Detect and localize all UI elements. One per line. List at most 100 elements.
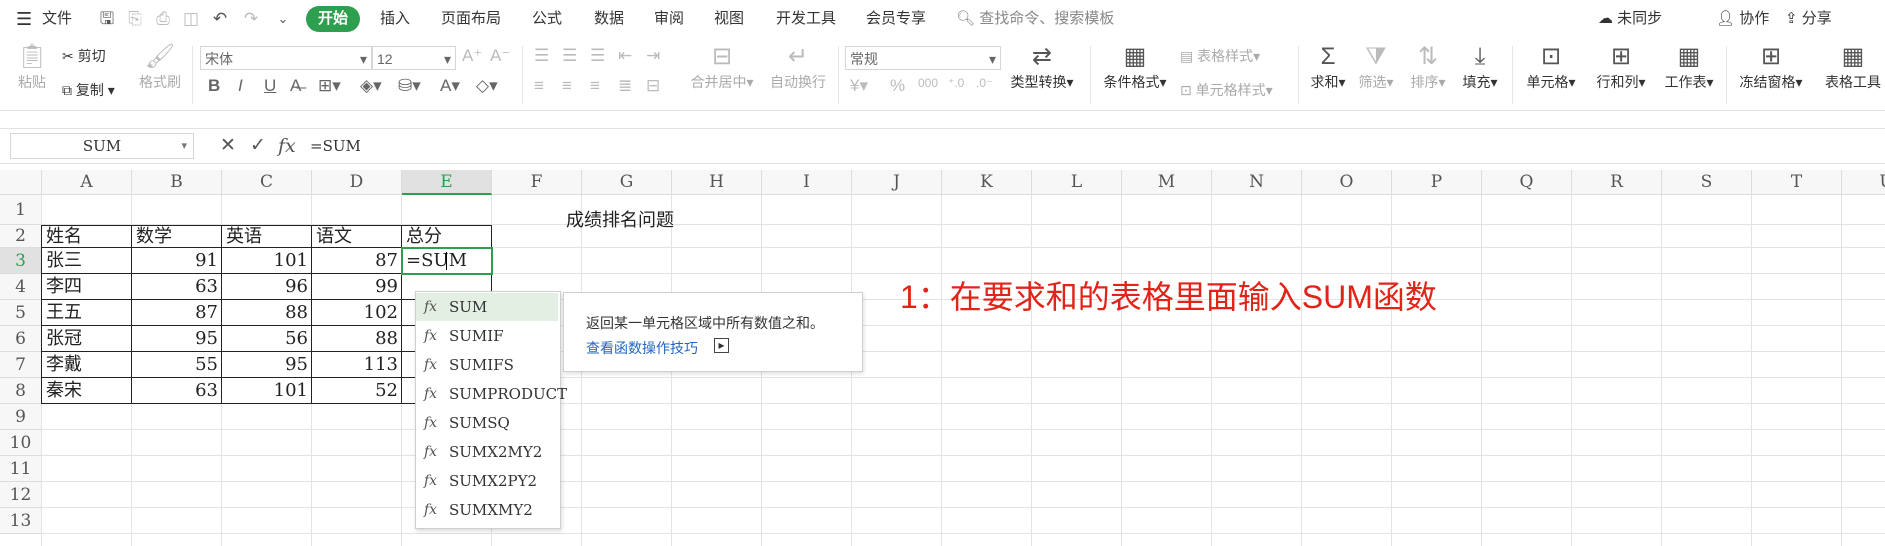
autosum-button[interactable]: Σ 求和▾ — [1308, 42, 1348, 92]
outdent-icon[interactable]: ⇤ — [618, 46, 632, 66]
column-header-D[interactable]: D — [312, 170, 402, 195]
align-bottom-icon[interactable]: ☰ — [590, 46, 605, 66]
underline-icon[interactable]: U — [264, 76, 276, 96]
cut-button[interactable]: ✂ 剪切 — [62, 46, 106, 66]
tab-view[interactable]: 视图 — [714, 0, 744, 38]
confirm-icon[interactable]: ✓ — [250, 133, 266, 159]
hamburger-menu-icon[interactable]: ☰ — [16, 0, 32, 38]
cell-button[interactable]: ⊡ 单元格▾ — [1522, 42, 1580, 92]
file-menu[interactable]: 文件 — [42, 0, 72, 38]
header-cell[interactable]: 总分 — [402, 225, 492, 248]
increase-decimal-icon[interactable]: ⁺.0 — [948, 76, 964, 90]
merge-center-button[interactable]: ⊟ 合并居中▾ — [686, 42, 758, 92]
align-top-icon[interactable]: ☰ — [534, 46, 549, 66]
number-format-select[interactable]: 常规 ▾ — [845, 46, 1001, 70]
function-tips-link[interactable]: 查看函数操作技巧 — [586, 338, 698, 358]
data-cell[interactable]: 88 — [312, 326, 402, 352]
row-header-11[interactable]: 11 — [0, 456, 42, 482]
row-header-8[interactable]: 8 — [0, 378, 42, 404]
tab-review[interactable]: 审阅 — [654, 0, 684, 38]
data-cell[interactable]: 张三 — [42, 248, 132, 274]
function-suggestion-sumxmy2[interactable]: fx SUMXMY2 — [416, 496, 558, 524]
align-right-icon[interactable]: ≡ — [590, 76, 600, 96]
distributed-icon[interactable]: ⊟ — [646, 76, 660, 96]
data-cell[interactable]: 95 — [132, 326, 222, 352]
column-header-H[interactable]: H — [672, 170, 762, 195]
data-cell[interactable]: 95 — [222, 352, 312, 378]
data-cell[interactable]: 101 — [222, 378, 312, 404]
tab-data[interactable]: 数据 — [594, 0, 624, 38]
type-convert-button[interactable]: ⇄ 类型转换▾ — [1006, 42, 1078, 92]
data-cell[interactable]: 88 — [222, 300, 312, 326]
quick-access-dropdown-icon[interactable]: ⌄ — [272, 8, 294, 30]
indent-icon[interactable]: ⇥ — [646, 46, 660, 66]
data-cell[interactable]: 102 — [312, 300, 402, 326]
row-header-6[interactable]: 6 — [0, 326, 42, 352]
row-header-12[interactable]: 12 — [0, 482, 42, 508]
data-cell[interactable]: 秦宋 — [42, 378, 132, 404]
fill-button[interactable]: ⤓ 填充▾ — [1458, 42, 1502, 92]
percent-icon[interactable]: % — [890, 76, 905, 96]
data-cell[interactable]: 王五 — [42, 300, 132, 326]
row-header-1[interactable]: 1 — [0, 195, 42, 225]
column-header-K[interactable]: K — [942, 170, 1032, 195]
function-suggestion-sumx2my2[interactable]: fx SUMX2MY2 — [416, 438, 558, 466]
column-header-M[interactable]: M — [1122, 170, 1212, 195]
align-center-icon[interactable]: ≡ — [562, 76, 572, 96]
wrap-text-button[interactable]: ↵ 自动换行 — [766, 42, 830, 92]
copy-button[interactable]: ⧉ 复制 ▾ — [62, 80, 115, 100]
column-header-O[interactable]: O — [1302, 170, 1392, 195]
align-middle-icon[interactable]: ☰ — [562, 46, 577, 66]
insert-function-icon[interactable]: fx — [278, 133, 296, 159]
row-header-5[interactable]: 5 — [0, 300, 42, 326]
tab-member[interactable]: 会员专享 — [866, 0, 926, 38]
print-icon[interactable]: ⎙ — [152, 8, 174, 30]
column-header-C[interactable]: C — [222, 170, 312, 195]
border-icon[interactable]: ⊞▾ — [318, 76, 341, 96]
print-preview-icon[interactable]: ◫ — [180, 8, 202, 30]
column-header-T[interactable]: T — [1752, 170, 1842, 195]
header-cell[interactable]: 语文 — [312, 225, 402, 248]
sync-status[interactable]: ☁ 未同步 — [1598, 0, 1662, 38]
row-header-7[interactable]: 7 — [0, 352, 42, 378]
row-header-9[interactable]: 9 — [0, 404, 42, 430]
table-tools-button[interactable]: ▦ 表格工具 — [1822, 42, 1884, 92]
data-cell[interactable]: 91 — [132, 248, 222, 274]
save-icon[interactable]: 🖫 — [96, 8, 118, 30]
data-cell[interactable]: 63 — [132, 274, 222, 300]
tab-page-layout[interactable]: 页面布局 — [441, 0, 501, 38]
decrease-font-icon[interactable]: A⁻ — [490, 46, 510, 66]
currency-icon[interactable]: ¥▾ — [850, 76, 868, 96]
thousands-icon[interactable]: 000 — [918, 76, 938, 90]
column-header-N[interactable]: N — [1212, 170, 1302, 195]
column-header-F[interactable]: F — [492, 170, 582, 195]
header-cell[interactable]: 数学 — [132, 225, 222, 248]
eraser-icon[interactable]: ◇▾ — [476, 76, 498, 96]
row-header-3[interactable]: 3 — [0, 248, 42, 274]
formula-input[interactable]: =SUM — [310, 133, 361, 159]
font-name-select[interactable]: 宋体 ▾ — [200, 46, 372, 70]
font-size-select[interactable]: 12 ▾ — [372, 46, 456, 70]
data-cell[interactable]: 56 — [222, 326, 312, 352]
data-cell[interactable]: 55 — [132, 352, 222, 378]
header-cell[interactable]: 姓名 — [42, 225, 132, 248]
tab-insert[interactable]: 插入 — [380, 0, 410, 38]
data-cell[interactable]: 63 — [132, 378, 222, 404]
column-header-L[interactable]: L — [1032, 170, 1122, 195]
column-header-J[interactable]: J — [852, 170, 942, 195]
data-cell[interactable]: 52 — [312, 378, 402, 404]
column-header-E[interactable]: E — [402, 170, 492, 195]
column-header-R[interactable]: R — [1572, 170, 1662, 195]
column-header-Q[interactable]: Q — [1482, 170, 1572, 195]
share-button[interactable]: ⇪ 分享 — [1785, 0, 1832, 38]
worksheet-button[interactable]: ▦ 工作表▾ — [1660, 42, 1718, 92]
bold-icon[interactable]: B — [208, 76, 220, 96]
conditional-format-button[interactable]: ▦ 条件格式▾ — [1098, 42, 1172, 92]
justify-icon[interactable]: ≣ — [618, 76, 632, 96]
column-header-U[interactable]: U — [1842, 170, 1885, 195]
decrease-decimal-icon[interactable]: .0⁻ — [976, 76, 992, 90]
data-cell[interactable]: 李四 — [42, 274, 132, 300]
highlight-icon[interactable]: ⛁▾ — [398, 76, 421, 96]
filter-button[interactable]: ⧩ 筛选▾ — [1354, 42, 1398, 92]
function-suggestion-sum[interactable]: fx SUM — [416, 293, 558, 321]
